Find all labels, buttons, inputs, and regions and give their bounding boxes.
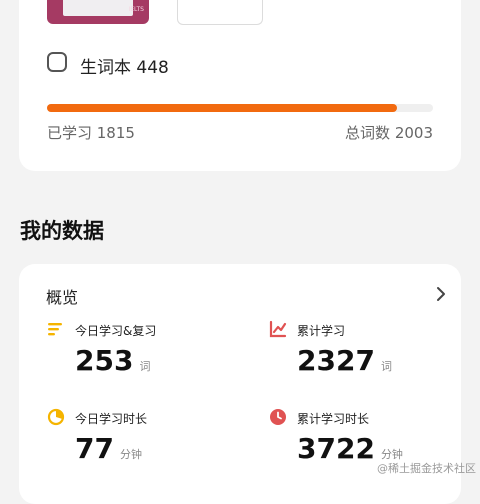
stat-value: 3722 [297, 432, 375, 465]
stat-value: 253 [75, 344, 134, 377]
stat-value-row: 77 分钟 [75, 432, 142, 465]
book-cover-inner [63, 0, 133, 16]
wordbook-card: IELTS 生词本 448 已学习 1815 总词数 2003 [19, 0, 461, 171]
add-book-button[interactable] [177, 0, 263, 25]
total-count: 总词数 2003 [345, 124, 433, 142]
clock-icon [270, 409, 286, 425]
stat-unit: 分钟 [119, 448, 142, 461]
stat-value-row: 253 词 [75, 344, 150, 377]
list-icon [48, 323, 62, 336]
book-side-text: IELTS [128, 6, 144, 13]
chart-icon [269, 320, 287, 338]
vocab-label[interactable]: 生词本 448 [80, 53, 169, 78]
stat-value: 2327 [297, 344, 375, 377]
stat-unit: 词 [380, 360, 392, 373]
chevron-right-icon[interactable] [435, 286, 447, 302]
progress-fill [47, 104, 397, 112]
stat-label: 累计学习时长 [297, 412, 370, 426]
book-cover[interactable]: IELTS [47, 0, 149, 24]
stat-value-row: 2327 词 [297, 344, 392, 377]
watermark: @稀土掘金技术社区 [377, 462, 476, 475]
stat-label: 今日学习&复习 [75, 324, 157, 338]
clock-half-icon [47, 408, 65, 426]
section-title: 我的数据 [20, 219, 104, 243]
stat-label: 今日学习时长 [75, 412, 148, 426]
learned-count: 已学习 1815 [47, 124, 135, 142]
overview-title: 概览 [46, 288, 79, 307]
vocab-checkbox[interactable] [47, 52, 67, 72]
stat-label: 累计学习 [297, 324, 346, 338]
stat-value: 77 [75, 432, 114, 465]
stat-unit: 词 [139, 360, 151, 373]
progress-bar [47, 104, 433, 112]
